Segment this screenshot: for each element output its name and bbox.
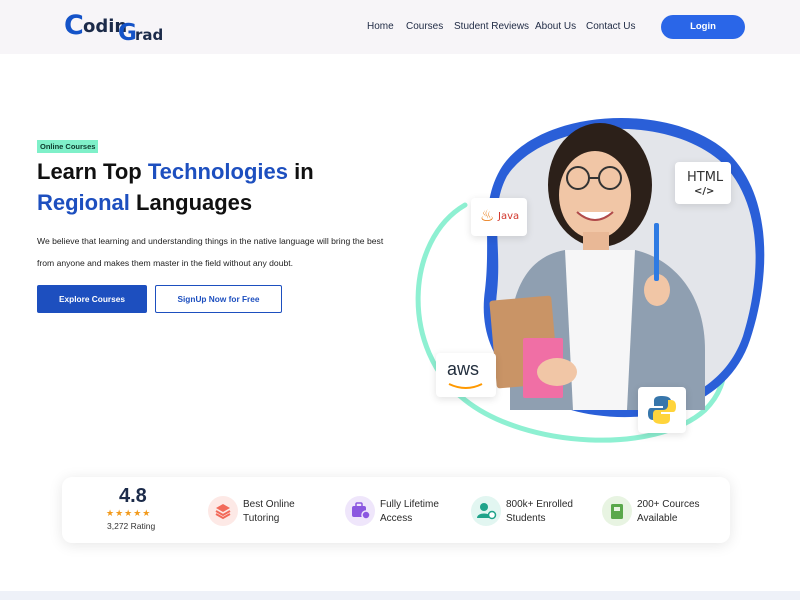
python-chip xyxy=(638,387,686,433)
code-icon: </> xyxy=(694,186,715,197)
layers-icon xyxy=(208,496,238,526)
html-chip: HTML </> xyxy=(675,162,731,204)
access-card-icon xyxy=(345,496,375,526)
nav-link-courses[interactable]: Courses xyxy=(406,21,443,32)
feature-label-line1: Fully Lifetime xyxy=(380,499,439,510)
feature-label-line2: Available xyxy=(637,513,678,524)
python-icon xyxy=(648,396,676,424)
rating-value: 4.8 xyxy=(119,485,147,507)
explore-courses-button[interactable]: Explore Courses xyxy=(37,285,147,313)
login-button[interactable]: Login xyxy=(661,15,745,39)
feature-label-line2: Tutoring xyxy=(243,513,280,524)
next-section-edge xyxy=(0,591,800,600)
signup-button[interactable]: SignUp Now for Free xyxy=(155,285,282,313)
feature-label: 800k+ Enrolled Students xyxy=(506,498,616,526)
feature-label-line1: 200+ Cources xyxy=(637,499,700,510)
logo-text-rad: rad xyxy=(135,26,164,44)
feature-label: 200+ Cources Available xyxy=(637,498,747,526)
nav-link-student-reviews[interactable]: Student Reviews xyxy=(454,21,529,32)
student-icon xyxy=(471,496,501,526)
feature-label-line1: 800k+ Enrolled xyxy=(506,499,573,510)
title-highlight: Technologies xyxy=(147,159,288,184)
java-cup-icon: ♨ xyxy=(480,206,495,225)
hero-description: We believe that learning and understandi… xyxy=(37,236,384,268)
rating-stars-icon: ★★★★★ xyxy=(106,508,152,518)
feature-label-line2: Students xyxy=(506,513,546,524)
online-courses-badge: Online Courses xyxy=(37,140,99,153)
hero-title: Learn Top Technologies in Regional Langu… xyxy=(37,156,397,218)
title-highlight: Regional xyxy=(37,190,130,215)
title-text: in xyxy=(288,159,314,184)
nav-link-home[interactable]: Home xyxy=(367,21,394,32)
book-icon xyxy=(602,496,632,526)
feature-label-line1: Best Online xyxy=(243,499,295,510)
hero-illustration: HTML </> ♨ Java aws xyxy=(405,110,775,455)
nav-link-about-us[interactable]: About Us xyxy=(535,21,576,32)
aws-smile-icon xyxy=(448,383,483,389)
aws-label: aws xyxy=(447,359,480,379)
aws-chip: aws xyxy=(436,353,496,397)
html-label: HTML xyxy=(687,170,724,185)
rating-label: 3,272 Rating xyxy=(107,521,156,531)
feature-label: Best Online Tutoring xyxy=(243,498,353,526)
logo-letter-c: C xyxy=(64,10,84,41)
feature-label-line2: Access xyxy=(380,513,413,524)
title-text: Languages xyxy=(129,190,253,215)
title-text: Learn Top xyxy=(37,159,148,184)
site-header: C odin G rad Home Courses Student Review… xyxy=(0,0,800,54)
nav-link-contact-us[interactable]: Contact Us xyxy=(586,21,635,32)
stats-bar: 4.8 ★★★★★ 3,272 Rating Best Online Tutor… xyxy=(62,477,730,543)
java-chip: ♨ Java xyxy=(471,198,527,236)
java-label: Java xyxy=(498,211,520,222)
